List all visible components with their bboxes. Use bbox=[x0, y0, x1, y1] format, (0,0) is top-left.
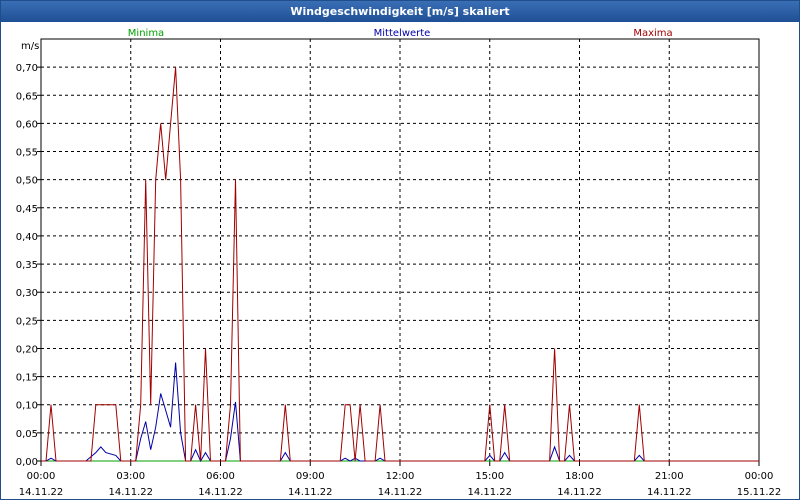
x-tick-date-label: 14.11.22 bbox=[647, 487, 692, 498]
y-tick-label: 0,60 bbox=[16, 119, 38, 130]
y-tick-label: 0,05 bbox=[16, 429, 38, 440]
x-tick-date-label: 14.11.22 bbox=[19, 487, 64, 498]
y-tick-label: 0,10 bbox=[16, 401, 38, 412]
y-tick-label: 0,55 bbox=[16, 148, 38, 159]
y-tick-label: 0,45 bbox=[16, 204, 38, 215]
x-tick-date-label: 14.11.22 bbox=[557, 487, 602, 498]
axes bbox=[37, 38, 760, 466]
y-tick-label: 0,25 bbox=[16, 316, 38, 327]
legend: Minima Mittelwerte Maxima bbox=[128, 28, 673, 39]
grid bbox=[41, 39, 759, 462]
y-tick-label: 0,65 bbox=[16, 91, 38, 102]
legend-entry-maxima: Maxima bbox=[633, 28, 672, 39]
chart-window: Windgeschwindigkeit [m/s] skaliert 0,00 0… bbox=[0, 0, 800, 500]
x-tick-time-label: 03:00 bbox=[116, 471, 145, 482]
y-tick-label: 0,20 bbox=[16, 344, 38, 355]
wind-speed-chart: 0,00 0,05 0,10 0,15 0,20 0,25 0,30 0,35 0,40 0,45… bbox=[16, 28, 782, 498]
y-tick-label: 0,30 bbox=[16, 288, 38, 299]
y-axis-label: m/s bbox=[21, 41, 39, 52]
x-tick-time-label: 00:00 bbox=[745, 471, 774, 482]
x-tick-date-label: 14.11.22 bbox=[378, 487, 423, 498]
x-tick-date-label: 15.11.22 bbox=[737, 487, 782, 498]
y-tick-label: 0,40 bbox=[16, 232, 38, 243]
x-tick-time-label: 21:00 bbox=[655, 471, 684, 482]
x-tick-time-label: 09:00 bbox=[296, 471, 325, 482]
x-tick-time-label: 06:00 bbox=[206, 471, 235, 482]
x-tick-date-label: 14.11.22 bbox=[198, 487, 243, 498]
x-tick-date-label: 14.11.22 bbox=[467, 487, 512, 498]
legend-entry-mittelwerte: Mittelwerte bbox=[374, 28, 431, 39]
x-tick-time-label: 12:00 bbox=[386, 471, 415, 482]
y-tick-label: 0,00 bbox=[16, 457, 38, 468]
x-tick-time-label: 00:00 bbox=[27, 471, 56, 482]
y-tick-label: 0,70 bbox=[16, 63, 38, 74]
y-tick-label: 0,50 bbox=[16, 176, 38, 187]
legend-entry-minima: Minima bbox=[128, 28, 164, 39]
x-tick-date-label: 14.11.22 bbox=[288, 487, 333, 498]
y-tick-label: 0,15 bbox=[16, 373, 38, 384]
x-tick-time-label: 18:00 bbox=[565, 471, 594, 482]
y-tick-label: 0,35 bbox=[16, 260, 38, 271]
x-tick-date-label: 14.11.22 bbox=[108, 487, 153, 498]
x-tick-time-label: 15:00 bbox=[475, 471, 504, 482]
